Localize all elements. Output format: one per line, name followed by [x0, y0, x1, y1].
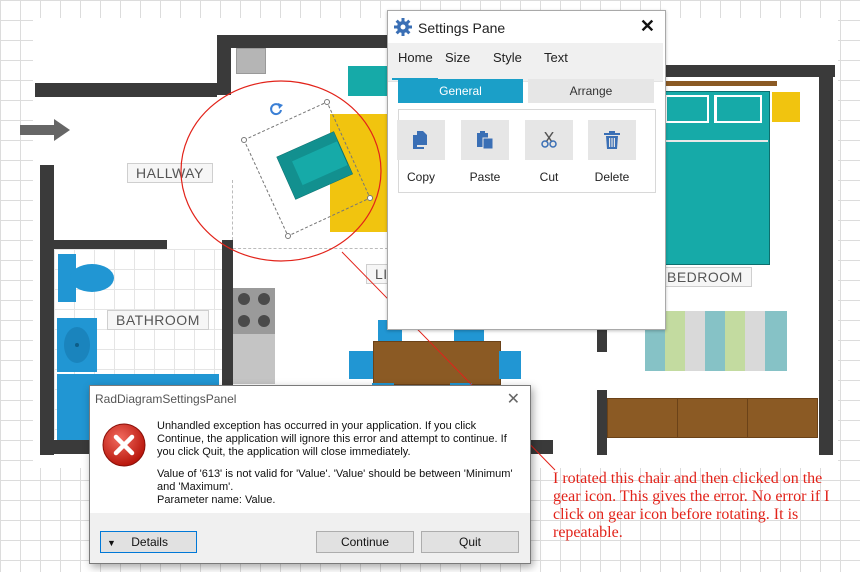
copy-icon: [413, 131, 427, 149]
wardrobe: [607, 398, 678, 438]
sink: [57, 318, 97, 372]
error-message-main: Unhandled exception has occurred in your…: [157, 420, 507, 458]
tab-style[interactable]: Style: [493, 50, 522, 65]
paste-button[interactable]: Paste: [461, 120, 509, 184]
error-dialog-title: RadDiagramSettingsPanel: [95, 392, 237, 406]
pillow-inner: [717, 97, 760, 121]
delete-icon: [604, 131, 620, 149]
tab-text[interactable]: Text: [544, 50, 568, 65]
arrow-right-icon: [20, 119, 70, 141]
wall: [597, 390, 607, 455]
gear-icon[interactable]: [394, 18, 412, 36]
tab-size[interactable]: Size: [445, 50, 470, 65]
toilet: [58, 254, 114, 302]
copy-label: Copy: [406, 170, 435, 184]
paste-icon: [477, 131, 493, 149]
annotation-text: I rotated this chair and then clicked on…: [553, 470, 830, 541]
settings-subtabs: General Arrange: [398, 79, 654, 103]
sheet: [656, 140, 768, 142]
cabinet: [236, 48, 266, 74]
highlight-circle: [180, 80, 382, 262]
wall: [819, 65, 833, 455]
wardrobe: [747, 398, 818, 438]
wall: [231, 35, 391, 48]
shelf: [665, 81, 777, 86]
wall: [40, 165, 54, 455]
caret-down-icon: ▼: [107, 538, 116, 548]
copy-button[interactable]: Copy: [397, 120, 445, 184]
wardrobe: [677, 398, 748, 438]
room-label-bedroom: BEDROOM: [658, 267, 752, 287]
settings-tabs: Home Size Style Text: [388, 43, 663, 82]
room-label-bathroom: BATHROOM: [107, 310, 209, 330]
details-button[interactable]: ▼ Details: [100, 531, 197, 553]
error-message-parameter: Parameter name: Value.: [157, 494, 276, 506]
delete-label: Delete: [594, 170, 630, 184]
nightstand: [772, 92, 800, 122]
settings-pane-title: Settings Pane: [418, 20, 506, 36]
paste-label: Paste: [469, 170, 501, 184]
cut-icon: [541, 132, 557, 148]
error-dialog: RadDiagramSettingsPanel ✕ Unhandled exce…: [89, 385, 531, 564]
error-message: Unhandled exception has occurred in your…: [157, 420, 515, 507]
counter: [233, 334, 275, 384]
action-panel: Copy Paste Cut Delete: [397, 109, 656, 193]
wall: [54, 240, 167, 249]
settings-pane: Settings Pane ✕ Home Size Style Text Gen…: [387, 10, 666, 330]
cut-label: Cut: [539, 170, 559, 184]
dresser-drawers: [645, 311, 787, 371]
error-dialog-body: Unhandled exception has occurred in your…: [90, 412, 530, 513]
subtab-general[interactable]: General: [398, 79, 523, 103]
quit-button[interactable]: Quit: [421, 531, 519, 553]
close-icon[interactable]: ✕: [507, 389, 520, 409]
error-icon: [102, 423, 146, 467]
pillow-inner: [667, 97, 707, 121]
subtab-arrange[interactable]: Arrange: [528, 79, 654, 103]
cut-button[interactable]: Cut: [525, 120, 573, 184]
continue-button[interactable]: Continue: [316, 531, 414, 553]
error-message-detail: Value of '613' is not valid for 'Value'.…: [157, 468, 513, 493]
delete-button[interactable]: Delete: [588, 120, 636, 184]
details-label: Details: [131, 535, 168, 549]
stove: [233, 288, 275, 334]
wall: [40, 440, 90, 454]
wall: [665, 65, 835, 77]
tab-home[interactable]: Home: [398, 50, 433, 65]
close-icon[interactable]: ✕: [640, 16, 655, 37]
error-dialog-titlebar: RadDiagramSettingsPanel ✕: [90, 386, 530, 412]
